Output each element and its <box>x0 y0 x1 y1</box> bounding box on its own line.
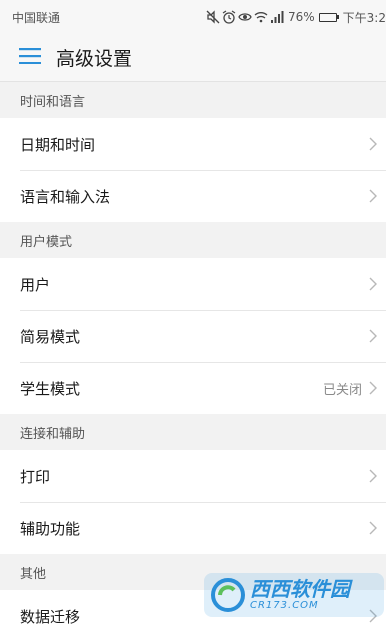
wifi-icon <box>254 10 268 24</box>
chevron-right-icon <box>368 136 378 152</box>
signal-icon <box>270 10 284 24</box>
status-right: 76% 下午3:2 <box>206 9 386 26</box>
settings-row-label: 学生模式 <box>20 379 81 398</box>
settings-row-label: 日期和时间 <box>20 135 96 154</box>
section-header: 时间和语言 <box>0 82 386 118</box>
settings-row[interactable]: 简易模式 <box>0 310 386 362</box>
settings-row[interactable]: 语言和输入法 <box>0 170 386 222</box>
settings-row[interactable]: 学生模式 已关闭 <box>0 362 386 414</box>
chevron-right-icon <box>368 276 378 292</box>
settings-row[interactable]: 辅助功能 <box>0 502 386 554</box>
hamburger-icon <box>19 47 41 68</box>
settings-row-label: 打印 <box>20 467 51 486</box>
page-title: 高级设置 <box>56 48 133 70</box>
settings-row-right <box>368 276 378 292</box>
settings-row-right: 已关闭 <box>323 379 378 398</box>
settings-row[interactable]: 日期和时间 <box>0 118 386 170</box>
settings-row-right <box>368 328 378 344</box>
chevron-right-icon <box>368 380 378 396</box>
section-header: 连接和辅助 <box>0 414 386 450</box>
settings-row[interactable]: 用户 <box>0 258 386 310</box>
settings-list: 时间和语言日期和时间语言和输入法用户模式用户简易模式学生模式 已关闭连接和辅助打印… <box>0 82 386 642</box>
settings-row-right <box>368 520 378 536</box>
status-bar: 中国联通 76% 下午3:2 <box>0 0 386 34</box>
chevron-right-icon <box>368 520 378 536</box>
watermark-sub: CR173.COM <box>250 600 319 611</box>
settings-row-right <box>368 188 378 204</box>
chevron-right-icon <box>368 328 378 344</box>
mute-icon <box>206 10 220 24</box>
watermark-main: 西西软件园 <box>250 577 350 601</box>
settings-row-label: 简易模式 <box>20 327 81 346</box>
settings-row-right <box>368 136 378 152</box>
battery-icon <box>318 12 339 22</box>
app-header: 高级设置 <box>0 34 386 82</box>
settings-row-right <box>368 468 378 484</box>
watermark-logo-icon <box>210 577 246 613</box>
battery-percent: 76% <box>288 10 315 24</box>
watermark: 西西软件园 CR173.COM <box>204 573 384 617</box>
menu-button[interactable] <box>0 34 62 82</box>
settings-row[interactable]: 打印 <box>0 450 386 502</box>
watermark-text: 西西软件园 CR173.COM <box>250 579 350 611</box>
settings-row-label: 数据迁移 <box>20 607 81 626</box>
settings-row-label: 辅助功能 <box>20 519 81 538</box>
status-icons <box>206 10 284 24</box>
chevron-right-icon <box>368 188 378 204</box>
clock: 下午3:2 <box>342 10 386 25</box>
alarm-icon <box>222 10 236 24</box>
settings-row-label: 用户 <box>20 275 51 294</box>
section-header: 用户模式 <box>0 222 386 258</box>
settings-row-label: 语言和输入法 <box>20 187 111 206</box>
chevron-right-icon <box>368 468 378 484</box>
settings-row-value: 已关闭 <box>322 382 362 398</box>
eye-comfort-icon <box>238 10 252 24</box>
carrier-label: 中国联通 <box>12 10 61 25</box>
